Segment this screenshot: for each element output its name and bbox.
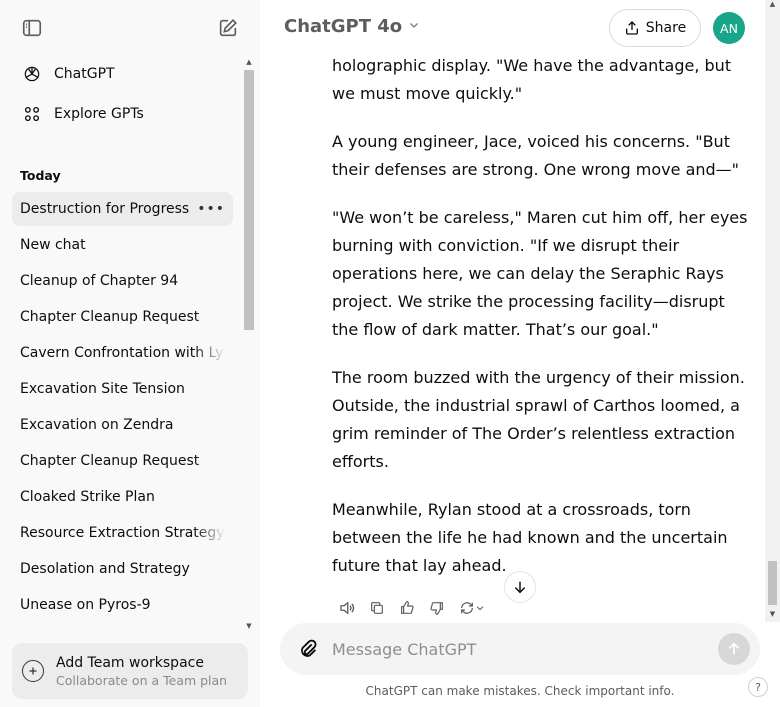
scroll-down-arrow-icon[interactable]: ▼	[244, 622, 254, 630]
main-scrollbar-thumb[interactable]	[768, 561, 777, 605]
message-input[interactable]	[332, 635, 702, 663]
chat-item-label: Resource Extraction Strategy	[20, 525, 225, 541]
chat-item[interactable]: Desolation and Strategy	[12, 552, 233, 586]
sidebar-scrollbar-thumb[interactable]	[244, 70, 254, 330]
scroll-up-arrow-icon[interactable]: ▲	[244, 58, 254, 66]
chat-item-label: Desolation and Strategy	[20, 561, 190, 577]
chat-item[interactable]: Cleanup of Chapter 94	[12, 264, 233, 298]
chat-item-label: Unease on Pyros-9	[20, 597, 151, 613]
chatgpt-logo-icon	[20, 62, 44, 86]
sidebar-header	[0, 0, 260, 56]
copy-icon	[371, 602, 383, 614]
message-paragraph: The room buzzed with the urgency of thei…	[332, 368, 745, 471]
message-paragraph: "We won’t be careless," Maren cut him of…	[332, 208, 748, 339]
chat-item[interactable]: Chapter Cleanup Request	[12, 444, 233, 478]
chat-item-label: New chat	[20, 237, 86, 253]
thumbs-up-icon	[401, 601, 414, 614]
nav-explore-gpts-label: Explore GPTs	[54, 106, 144, 122]
arrow-down-icon	[514, 581, 526, 594]
sidebar-scroll-area: ChatGPT Explore GPTs Today Destruction f…	[0, 56, 240, 634]
arrow-up-icon	[728, 642, 740, 655]
section-title-today: Today	[20, 168, 61, 183]
model-name: ChatGPT 4o	[284, 16, 403, 37]
team-title: Add Team workspace	[56, 655, 204, 671]
chat-item-label: Destruction for Progress	[20, 201, 190, 217]
chat-item-label: Excavation on Zendra	[20, 417, 174, 433]
message-composer	[280, 623, 760, 675]
thumbs-down-button[interactable]	[422, 598, 452, 618]
copy-button[interactable]	[362, 598, 392, 618]
chat-item-active[interactable]: Destruction for Progress •••	[12, 192, 233, 226]
sidebar: ChatGPT Explore GPTs Today Destruction f…	[0, 0, 260, 707]
regenerate-button[interactable]	[452, 598, 492, 618]
chevron-down-icon	[476, 606, 484, 611]
nav-chatgpt[interactable]: ChatGPT	[12, 56, 233, 92]
send-button[interactable]	[718, 633, 750, 665]
new-chat-button[interactable]	[210, 10, 246, 46]
share-button[interactable]: Share	[609, 9, 701, 47]
attach-button[interactable]	[296, 637, 320, 661]
disclaimer-text: ChatGPT can make mistakes. Check importa…	[365, 684, 675, 698]
sidebar-toggle-button[interactable]	[14, 10, 50, 46]
help-button[interactable]: ?	[748, 677, 768, 697]
chat-item-label: Cleanup of Chapter 94	[20, 273, 179, 289]
message-actions	[332, 598, 492, 618]
share-icon	[625, 21, 638, 35]
avatar[interactable]: AN	[713, 12, 745, 44]
message-paragraph: holographic display. "We have the advant…	[332, 56, 732, 103]
sidebar-toggle-icon	[22, 19, 42, 37]
chat-item-label: Excavation Site Tension	[20, 381, 185, 397]
scroll-down-arrow-icon[interactable]: ▼	[768, 610, 777, 618]
model-selector[interactable]: ChatGPT 4o	[284, 16, 420, 37]
share-label: Share	[645, 20, 687, 36]
chat-item[interactable]: New chat	[12, 228, 233, 262]
nav-chatgpt-label: ChatGPT	[54, 66, 115, 82]
thumbs-up-button[interactable]	[392, 598, 422, 618]
chat-item[interactable]: Resource Extraction Strategy	[12, 516, 233, 550]
message-paragraph: Meanwhile, Rylan stood at a crossroads, …	[332, 500, 728, 575]
chat-item[interactable]: Cloaked Strike Plan	[12, 480, 233, 514]
chat-item[interactable]: Chapter Cleanup Request	[12, 300, 233, 334]
speaker-icon	[340, 601, 355, 615]
more-options-icon[interactable]: •••	[197, 201, 225, 217]
sidebar-scrollbar[interactable]: ▲ ▼	[242, 58, 255, 634]
main-scrollbar[interactable]: ▲ ▼	[765, 0, 780, 622]
chat-item-label: Cavern Confrontation with Ly	[20, 345, 224, 361]
grid-icon	[20, 102, 44, 126]
team-subtitle: Collaborate on a Team plan	[56, 673, 228, 688]
scroll-to-bottom-button[interactable]	[504, 571, 536, 603]
paperclip-icon	[301, 639, 317, 657]
chat-item-label: Cloaked Strike Plan	[20, 489, 155, 505]
thumbs-down-icon	[430, 602, 443, 615]
chat-item[interactable]: Excavation on Zendra	[12, 408, 233, 442]
chat-item[interactable]: Cavern Confrontation with Ly	[12, 336, 233, 370]
chat-item[interactable]: Unease on Pyros-9	[12, 588, 233, 622]
chat-item-label: Chapter Cleanup Request	[20, 309, 200, 325]
scroll-up-arrow-icon[interactable]: ▲	[768, 0, 777, 8]
read-aloud-button[interactable]	[332, 598, 362, 618]
chat-item-label: Chapter Cleanup Request	[20, 453, 200, 469]
main-panel: ChatGPT 4o Share AN holographic display.…	[260, 0, 780, 707]
nav-explore-gpts[interactable]: Explore GPTs	[12, 96, 233, 132]
message-paragraph: A young engineer, Jace, voiced his conce…	[332, 132, 740, 179]
add-team-workspace-button[interactable]: Add Team workspace Collaborate on a Team…	[12, 643, 248, 699]
refresh-icon	[461, 602, 473, 614]
chat-item[interactable]: Excavation Site Tension	[12, 372, 233, 406]
edit-icon	[219, 19, 237, 37]
chevron-down-icon	[408, 19, 420, 34]
team-plus-icon	[22, 660, 44, 682]
